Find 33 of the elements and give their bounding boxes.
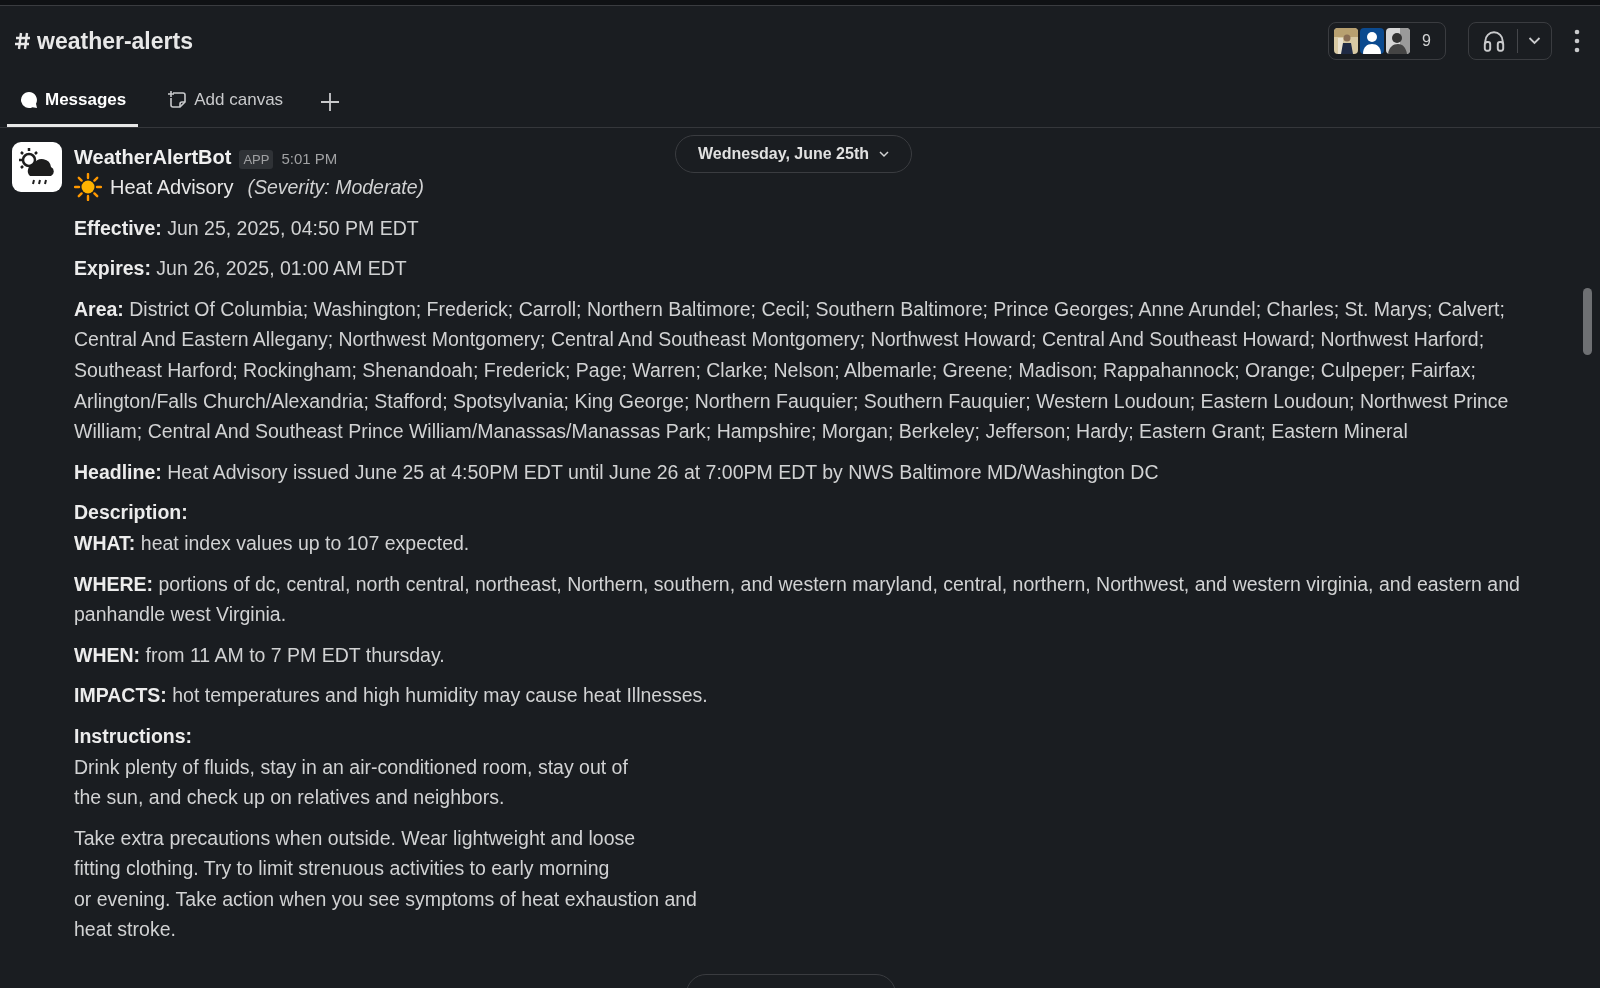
message-paragraph: IMPACTS: hot temperatures and high humidity may cause heat Illnesses. — [74, 683, 709, 709]
sender-name[interactable]: WeatherAlertBot — [74, 142, 232, 173]
weather-app-icon — [12, 142, 62, 192]
chevron-down-icon — [879, 150, 889, 158]
message-paragraph: Area: District Of Columbia; Washington; Frederick; Carroll; Northern Baltimore; Cecil; Southern Baltimore; Prince Georges; Anne Arundel; Charles; St. Marys; Calvert; Central And Eastern Allegany; Northwest Montgomery; Central And Southeast Montgomery; Northwest Howard; Central And Southeast Howard; Northwest Harford; Southeast Harford; Rockingham; Shenandoah; Frederick; Page; Warren; Clarke; Nelson; Albemarle; Greene; Madison; Rappahannock; Orange; Culpeper; Fairfax; Arlington/Falls Church/Alexandria; Stafford; Spotsylvania; King George; Northern Fauquier; Southern Fauquier; Western Loudoun; Eastern Loudoun; Northwest Prince William; Central And Southeast Prince William/Manassas/Manassas Park; Hampshire; Morgan; Berkeley; Jefferson; Hardy; Eastern Grant; Eastern Mineral — [74, 296, 1510, 445]
tab[interactable]: Add canvas — [156, 76, 296, 127]
severity-label: (Severity: Moderate) — [247, 175, 425, 200]
app-badge: APP — [239, 150, 274, 169]
message-paragraph: Description: WHAT: heat index values up to 107 expected. — [74, 500, 471, 556]
message-paragraph: Instructions: Drink plenty of fluids, stay in an air-conditioned room, stay out of the sun, and check up on relatives and neighbors. — [74, 723, 629, 811]
timestamp[interactable]: 5:01 PM — [281, 144, 338, 175]
more-options-icon[interactable] — [1574, 29, 1580, 53]
date-divider[interactable]: Wednesday, June 25th — [675, 135, 912, 173]
message-paragraph: WHEN: from 11 AM to 7 PM EDT thursday. — [74, 642, 446, 668]
add-tab-icon[interactable] — [321, 92, 340, 111]
chat-bubble-icon — [19, 90, 39, 110]
headphones-icon — [1481, 28, 1507, 54]
hash-icon — [15, 32, 31, 50]
canvas-icon — [168, 90, 189, 110]
message-paragraph: Effective: Jun 25, 2025, 04:50 PM EDT — [74, 215, 420, 241]
scrollbar[interactable] — [1583, 288, 1592, 355]
message-paragraph: Expires: Jun 26, 2025, 01:00 AM EDT — [74, 256, 408, 282]
huddle-button[interactable] — [1468, 22, 1552, 60]
message-paragraph: Take extra precautions when outside. Wear lightweight and loose fitting clothing. Try to limit strenuous activities to early morning or evening. Take action when you see symptoms of heat exhaustion and heat stroke. — [74, 825, 698, 943]
message-paragraph: Headline: Heat Advisory issued June 25 at 4:50PM EDT until June 26 at 7:00PM EDT by NWS Baltimore MD/Washington DC — [74, 459, 1160, 485]
members-button[interactable]: 9 — [1328, 22, 1446, 60]
chevron-down-icon — [1528, 37, 1541, 45]
tab[interactable]: Messages — [7, 76, 139, 127]
message-paragraph: WHERE: portions of dc, central, north central, northeast, Northern, southern, and western maryland, central, northern, Northwest, and western virginia, and eastern and panhandle west Virginia. — [74, 571, 1521, 628]
channel-name[interactable]: weather-alerts — [37, 27, 193, 55]
avatar-icon — [1360, 28, 1385, 54]
sun-icon — [74, 173, 102, 202]
alert-title: Heat Advisory — [110, 175, 234, 200]
